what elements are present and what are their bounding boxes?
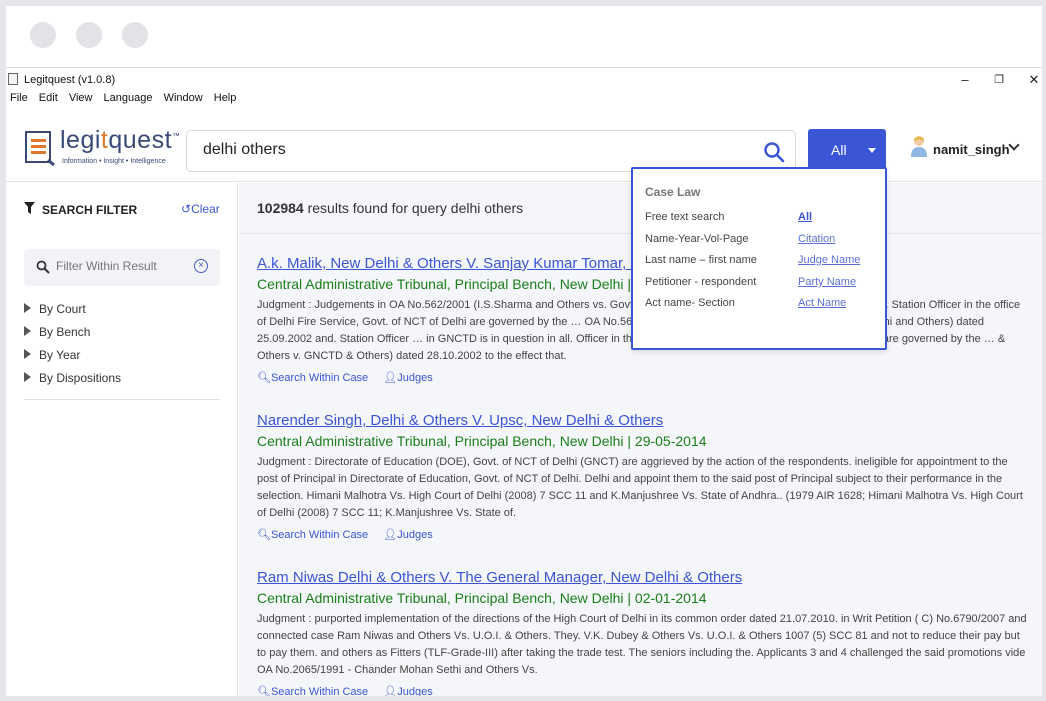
judge-icon: 👤︎ xyxy=(383,686,398,696)
menu-language[interactable]: Language xyxy=(104,92,153,104)
traffic-light-zoom[interactable] xyxy=(122,22,148,48)
scope-option-judge-name[interactable]: Judge Name xyxy=(798,254,860,266)
search-scope-label: All xyxy=(831,142,847,158)
result-item: Narender Singh, Delhi & Others V. Upsc, … xyxy=(257,412,1027,541)
app-icon xyxy=(8,73,18,85)
window-title: Legitquest (v1.0.8) xyxy=(24,74,116,86)
legitquest-logo[interactable]: legitquest™ Information • Insight • Inte… xyxy=(24,126,180,170)
judges-link[interactable]: 👤︎Judges xyxy=(383,686,432,696)
scope-option-act-name[interactable]: Act Name xyxy=(798,297,846,309)
scope-option-row: Petitioner - respondent Party Name xyxy=(645,276,875,294)
reset-icon: ↺ xyxy=(181,202,192,216)
search-icon: 🔍︎ xyxy=(257,529,271,541)
scope-option-hint: Free text search xyxy=(645,211,725,223)
scope-option-hint: Name-Year-Vol-Page xyxy=(645,233,749,245)
title-bar: Legitquest (v1.0.8) – ❐ ✕ xyxy=(6,70,1042,90)
result-actions: 🔍︎Search Within Case 👤︎Judges xyxy=(257,685,1027,696)
expand-arrow-icon xyxy=(24,349,31,359)
search-within-case-link[interactable]: 🔍︎Search Within Case xyxy=(257,686,368,696)
result-actions: 🔍︎Search Within Case 👤︎Judges xyxy=(257,528,1027,541)
search-icon: 🔍︎ xyxy=(257,686,271,696)
judge-icon: 👤︎ xyxy=(383,529,398,541)
search-input[interactable] xyxy=(203,141,743,159)
result-snippet: Judgment : purported implementation of t… xyxy=(257,613,1027,676)
logo-wordmark: legitquest™ xyxy=(60,126,181,154)
menu-help[interactable]: Help xyxy=(214,92,237,104)
logo-tagline: Information • Insight • Intelligence xyxy=(62,158,166,165)
results-count: 102984 results found for query delhi oth… xyxy=(257,200,524,216)
search-scope-button[interactable]: All xyxy=(808,129,886,172)
judges-link[interactable]: 👤︎Judges xyxy=(383,372,432,384)
restore-button[interactable]: ❐ xyxy=(990,73,1008,86)
clear-input-icon[interactable]: × xyxy=(194,259,208,273)
result-title-link[interactable]: Narender Singh, Delhi & Others V. Upsc, … xyxy=(257,412,1027,429)
scope-option-citation[interactable]: Citation xyxy=(798,233,835,245)
scope-option-hint: Last name – first name xyxy=(645,254,757,266)
filter-within-result: × xyxy=(24,249,220,286)
scope-option-row: Last name – first name Judge Name xyxy=(645,254,875,272)
chevron-down-icon xyxy=(1008,139,1020,151)
scope-option-hint: Petitioner - respondent xyxy=(645,276,757,288)
result-snippet: Judgment : Directorate of Education (DOE… xyxy=(257,456,1023,519)
search-within-case-link[interactable]: 🔍︎Search Within Case xyxy=(257,372,368,384)
expand-arrow-icon xyxy=(24,303,31,313)
search-box[interactable] xyxy=(186,130,796,172)
app-frame: Legitquest (v1.0.8) – ❐ ✕ File Edit View… xyxy=(6,6,1042,696)
scope-option-row: Free text search All xyxy=(645,211,875,229)
menu-file[interactable]: File xyxy=(10,92,28,104)
user-name: namit_singh xyxy=(933,142,1010,157)
result-court: Central Administrative Tribunal, Princip… xyxy=(257,433,707,449)
dropdown-title: Case Law xyxy=(645,185,701,199)
traffic-light-close[interactable] xyxy=(30,22,56,48)
menu-window[interactable]: Window xyxy=(164,92,203,104)
traffic-light-minimize[interactable] xyxy=(76,22,102,48)
caret-down-icon xyxy=(868,148,876,153)
scope-option-party-name[interactable]: Party Name xyxy=(798,276,856,288)
expand-arrow-icon xyxy=(24,372,31,382)
menu-view[interactable]: View xyxy=(69,92,93,104)
close-button[interactable]: ✕ xyxy=(1025,72,1042,88)
search-icon[interactable] xyxy=(763,141,785,163)
search-scope-dropdown: Case Law Free text search All Name-Year-… xyxy=(631,167,887,350)
result-item: Ram Niwas Delhi & Others V. The General … xyxy=(257,569,1027,696)
expand-arrow-icon xyxy=(24,326,31,336)
search-icon: 🔍︎ xyxy=(257,372,271,384)
result-actions: 🔍︎Search Within Case 👤︎Judges xyxy=(257,371,1027,384)
search-icon xyxy=(36,260,50,274)
sidebar-divider xyxy=(24,399,220,400)
scope-option-row: Act name- Section Act Name xyxy=(645,297,875,315)
search-filter-sidebar: SEARCH FILTER ↺Clear × By Court By Bench… xyxy=(6,183,238,696)
scope-option-all[interactable]: All xyxy=(798,211,812,223)
scope-option-row: Name-Year-Vol-Page Citation xyxy=(645,233,875,251)
logo-mark-icon xyxy=(25,131,55,166)
filter-within-input[interactable] xyxy=(56,259,186,273)
judges-link[interactable]: 👤︎Judges xyxy=(383,529,432,541)
filter-icon xyxy=(24,202,35,214)
judge-icon: 👤︎ xyxy=(383,372,398,384)
result-title-link[interactable]: Ram Niwas Delhi & Others V. The General … xyxy=(257,569,1027,586)
minimize-button[interactable]: – xyxy=(956,72,974,87)
search-within-case-link[interactable]: 🔍︎Search Within Case xyxy=(257,529,368,541)
menu-edit[interactable]: Edit xyxy=(39,92,58,104)
user-avatar-icon xyxy=(911,136,927,157)
clear-filters-button[interactable]: ↺Clear xyxy=(181,202,220,216)
scope-option-hint: Act name- Section xyxy=(645,297,735,309)
result-court: Central Administrative Tribunal, Princip… xyxy=(257,590,707,606)
window-chrome xyxy=(6,6,1042,68)
menu-bar: File Edit View Language Window Help xyxy=(10,92,244,104)
